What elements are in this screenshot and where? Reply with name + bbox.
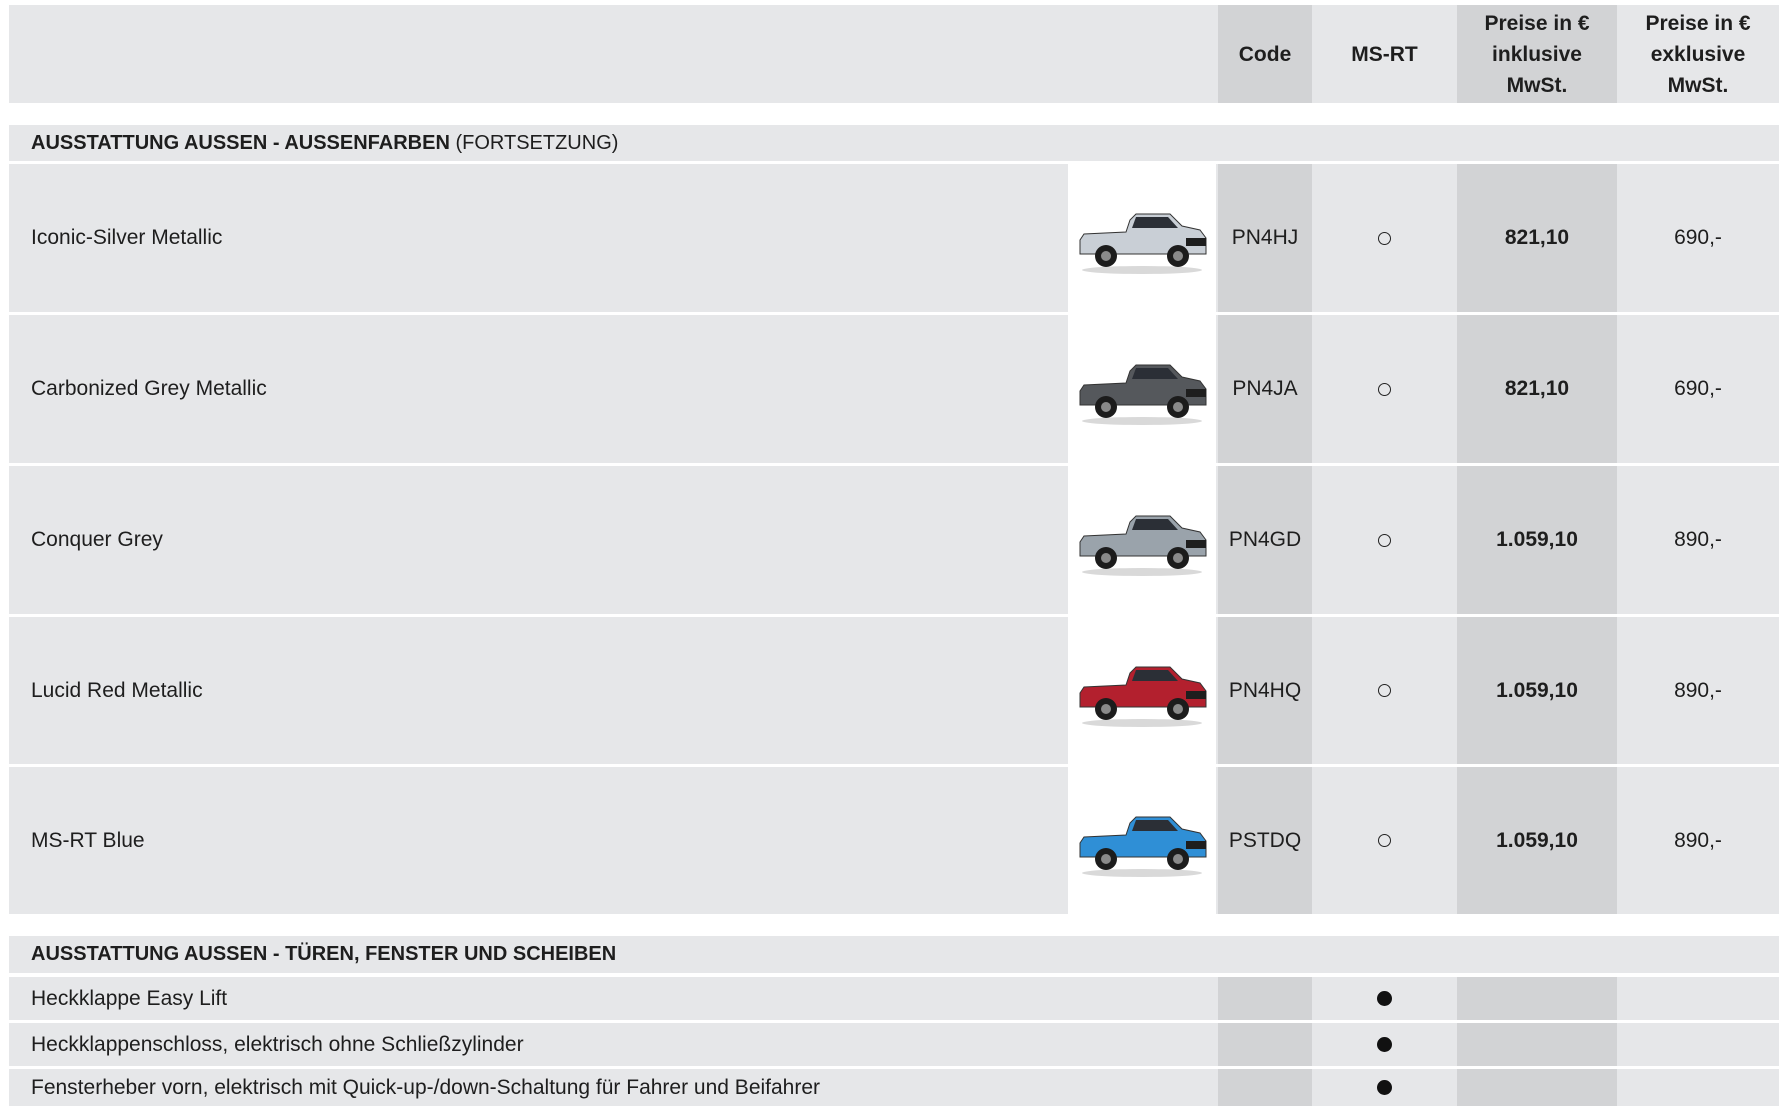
color-name: MS-RT Blue bbox=[31, 828, 145, 852]
table-header: Code MS-RT Preise in € inklusive MwSt. P… bbox=[9, 5, 1779, 103]
table-row: Lucid Red Metallic PN4HQ 1.059,10 890,- bbox=[9, 617, 1779, 764]
blue-pickup-truck-image bbox=[1068, 767, 1216, 914]
price-inkl-empty bbox=[1457, 1023, 1617, 1066]
color-code: PN4JA bbox=[1218, 315, 1312, 463]
section2-title-bold: AUSSTATTUNG AUSSEN - TÜREN, FENSTER UND … bbox=[31, 943, 617, 965]
feature-name: Fensterheber vorn, elektrisch mit Quick-… bbox=[31, 1075, 821, 1099]
color-name: Iconic-Silver Metallic bbox=[31, 226, 223, 249]
color-name: Conquer Grey bbox=[31, 528, 163, 551]
color-code: PN4GD bbox=[1218, 466, 1312, 614]
header-price-inkl-line3: MwSt. bbox=[1506, 73, 1568, 97]
msrt-availability bbox=[1312, 315, 1457, 463]
header-price-inkl-line2: inklusive bbox=[1492, 42, 1582, 66]
header-code: Code bbox=[1218, 5, 1312, 103]
section-title-suffix: (FORTSETZUNG) bbox=[449, 131, 619, 154]
table-row: Conquer Grey PN4GD 1.059,10 890,- bbox=[9, 466, 1779, 614]
price-exkl-empty bbox=[1617, 977, 1779, 1020]
red-pickup-truck-image bbox=[1068, 617, 1216, 764]
price-exkl: 890,- bbox=[1674, 528, 1722, 551]
open-circle-icon bbox=[1378, 231, 1391, 245]
color-code: PSTDQ bbox=[1218, 767, 1312, 914]
color-code: PN4HQ bbox=[1218, 617, 1312, 764]
code-cell-empty bbox=[1218, 977, 1312, 1020]
header-price-exkl: Preise in € exklusive MwSt. bbox=[1617, 5, 1779, 103]
msrt-availability bbox=[1312, 164, 1457, 312]
header-price-inkl: Preise in € inklusive MwSt. bbox=[1457, 5, 1617, 103]
grey-pickup-truck-image bbox=[1068, 315, 1216, 463]
header-price-inkl-line1: Preise in € bbox=[1484, 11, 1590, 35]
color-name: Lucid Red Metallic bbox=[31, 678, 203, 702]
msrt-availability bbox=[1312, 977, 1457, 1020]
header-msrt: MS-RT bbox=[1351, 42, 1418, 66]
price-inkl: 821,10 bbox=[1457, 315, 1617, 463]
price-exkl: 890,- bbox=[1674, 828, 1722, 852]
price-exkl: 890,- bbox=[1674, 678, 1722, 702]
code-cell-empty bbox=[1218, 1023, 1312, 1066]
open-circle-icon bbox=[1378, 834, 1391, 847]
header-price-exkl-line3: MwSt. bbox=[1667, 73, 1729, 97]
msrt-availability bbox=[1312, 1069, 1457, 1106]
msrt-availability bbox=[1312, 1023, 1457, 1066]
conquer-grey-pickup-truck-image bbox=[1068, 466, 1216, 614]
price-exkl: 690,- bbox=[1674, 226, 1722, 249]
msrt-availability bbox=[1312, 617, 1457, 764]
silver-pickup-truck-image bbox=[1068, 164, 1216, 312]
feature-name: Heckklappenschloss, elektrisch ohne Schl… bbox=[31, 1032, 524, 1056]
header-price-exkl-line1: Preise in € bbox=[1645, 11, 1751, 35]
msrt-availability bbox=[1312, 466, 1457, 614]
table-row: Carbonized Grey Metallic PN4JA 821,10 69… bbox=[9, 315, 1779, 463]
open-circle-icon bbox=[1378, 684, 1391, 697]
section-title-aussenfarben: AUSSTATTUNG AUSSEN - AUSSENFARBEN (FORTS… bbox=[9, 125, 1779, 161]
table-row: Heckklappenschloss, elektrisch ohne Schl… bbox=[9, 1023, 1779, 1066]
color-name: Carbonized Grey Metallic bbox=[31, 377, 267, 400]
filled-circle-icon bbox=[1377, 991, 1392, 1006]
table-row: Iconic-Silver Metallic PN4HJ 821,10 690,… bbox=[9, 164, 1779, 312]
price-inkl: 821,10 bbox=[1457, 164, 1617, 312]
open-circle-icon bbox=[1378, 382, 1391, 396]
section-title-tueren-fenster: AUSSTATTUNG AUSSEN - TÜREN, FENSTER UND … bbox=[9, 936, 1779, 973]
color-code: PN4HJ bbox=[1218, 164, 1312, 312]
color-image-cell bbox=[1066, 164, 1218, 312]
price-exkl-empty bbox=[1617, 1069, 1779, 1106]
header-price-exkl-line2: exklusive bbox=[1650, 42, 1746, 66]
table-row: Heckklappe Easy Lift bbox=[9, 977, 1779, 1020]
msrt-availability bbox=[1312, 767, 1457, 914]
price-inkl: 1.059,10 bbox=[1457, 617, 1617, 764]
code-cell-empty bbox=[1218, 1069, 1312, 1106]
color-image-cell bbox=[1066, 767, 1218, 914]
price-exkl: 690,- bbox=[1674, 377, 1722, 400]
feature-name: Heckklappe Easy Lift bbox=[31, 986, 228, 1010]
price-inkl: 1.059,10 bbox=[1457, 466, 1617, 614]
color-image-cell bbox=[1066, 617, 1218, 764]
price-inkl-empty bbox=[1457, 977, 1617, 1020]
section-title-bold: AUSSTATTUNG AUSSEN - AUSSENFARBEN bbox=[31, 131, 450, 154]
open-circle-icon bbox=[1378, 533, 1391, 547]
price-inkl: 1.059,10 bbox=[1457, 767, 1617, 914]
color-image-cell bbox=[1066, 315, 1218, 463]
filled-circle-icon bbox=[1377, 1037, 1392, 1052]
table-row: MS-RT Blue PSTDQ 1.059,10 890,- bbox=[9, 767, 1779, 914]
filled-circle-icon bbox=[1377, 1080, 1392, 1095]
color-image-cell bbox=[1066, 466, 1218, 614]
price-inkl-empty bbox=[1457, 1069, 1617, 1106]
price-exkl-empty bbox=[1617, 1023, 1779, 1066]
table-row: Fensterheber vorn, elektrisch mit Quick-… bbox=[9, 1069, 1779, 1106]
